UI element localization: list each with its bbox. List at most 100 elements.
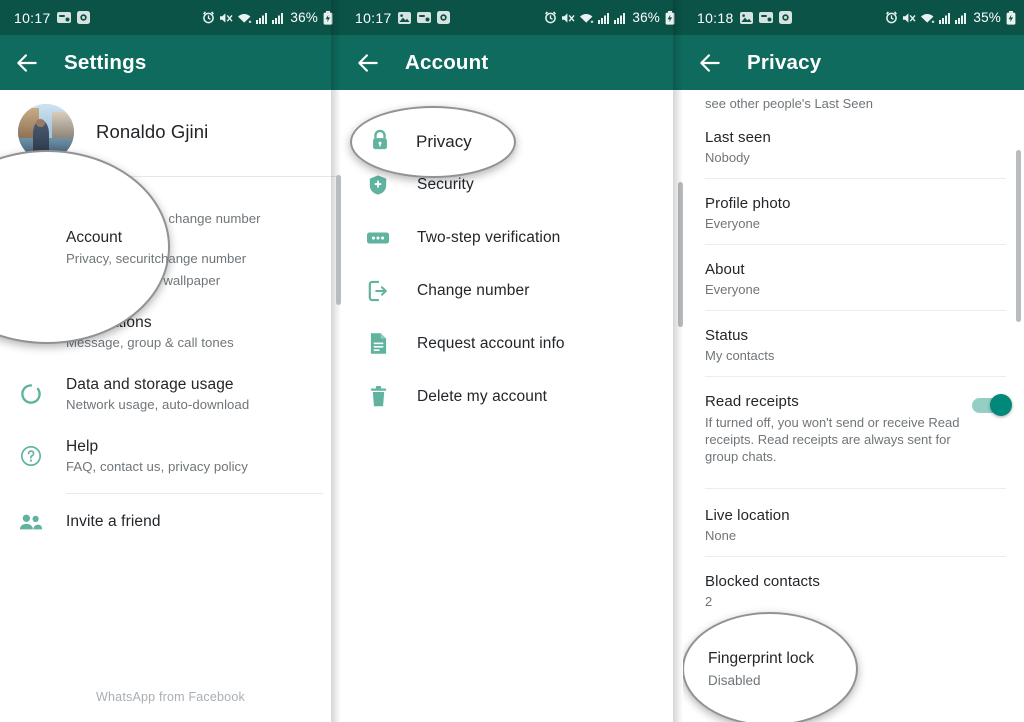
shield-icon bbox=[365, 174, 391, 196]
privacy-item-about[interactable]: About Everyone bbox=[683, 245, 1024, 310]
status-time: 10:18 bbox=[697, 9, 734, 26]
three-panel-screenshot: 10:17 36% Settings Ronaldo Gjini Account… bbox=[0, 0, 1024, 722]
help-icon bbox=[18, 445, 44, 467]
app-bar: Privacy bbox=[683, 35, 1024, 90]
camera-icon bbox=[76, 11, 90, 24]
account-item-change-number[interactable]: Change number bbox=[341, 264, 683, 317]
privacy-item-read-receipts[interactable]: Read receipts If turned off, you won't s… bbox=[683, 377, 1024, 478]
privacy-item-value: Nobody bbox=[705, 150, 750, 165]
privacy-item-status[interactable]: Status My contacts bbox=[683, 311, 1024, 376]
page-title: Account bbox=[405, 50, 489, 74]
settings-content: Ronaldo Gjini Account Privacy, security,… bbox=[0, 90, 341, 722]
alarm-icon bbox=[544, 11, 557, 24]
privacy-top-note: see other people's Last Seen bbox=[705, 96, 873, 111]
privacy-item-title: Blocked contacts bbox=[705, 573, 820, 590]
screenshot-icon bbox=[56, 11, 71, 24]
privacy-item-title: Status bbox=[705, 327, 749, 344]
volume-mute-icon bbox=[561, 12, 575, 24]
status-time: 10:17 bbox=[14, 9, 51, 26]
account-item-privacy[interactable]: Privacy bbox=[341, 104, 683, 158]
privacy-item-value: None bbox=[705, 528, 737, 543]
signal-icon bbox=[955, 12, 967, 24]
avatar[interactable] bbox=[18, 104, 74, 160]
back-arrow-icon[interactable] bbox=[14, 50, 40, 76]
screenshot-icon bbox=[758, 11, 773, 24]
settings-item-title: Notifications bbox=[66, 314, 152, 331]
privacy-content: see other people's Last Seen Last seen N… bbox=[683, 90, 1024, 722]
screenshot-icon bbox=[416, 11, 431, 24]
signal-icon bbox=[272, 12, 284, 24]
battery-icon bbox=[1006, 10, 1016, 25]
signal-icon bbox=[598, 12, 610, 24]
document-icon bbox=[365, 332, 391, 355]
read-receipts-title: Read receipts bbox=[705, 393, 799, 410]
privacy-item-title: Live location bbox=[705, 507, 790, 524]
settings-item-account[interactable]: Account Privacy, security, change number bbox=[0, 177, 341, 239]
annotation-ellipse-fingerprint-lock: Fingerprint lock Disabled bbox=[683, 612, 858, 722]
privacy-item-value: Everyone bbox=[705, 282, 760, 297]
account-content: Privacy Security Two-step verification C… bbox=[341, 104, 683, 722]
settings-item-title: Invite a friend bbox=[66, 513, 161, 530]
volume-mute-icon bbox=[902, 12, 916, 24]
key-icon bbox=[18, 197, 44, 219]
settings-item-sub: FAQ, contact us, privacy policy bbox=[66, 459, 248, 474]
account-item-title: Change number bbox=[417, 281, 530, 299]
privacy-item-last-seen[interactable]: Last seen Nobody bbox=[683, 111, 1024, 178]
settings-item-help[interactable]: Help FAQ, contact us, privacy policy bbox=[0, 425, 341, 487]
settings-item-data-storage[interactable]: Data and storage usage Network usage, au… bbox=[0, 363, 341, 425]
back-arrow-icon[interactable] bbox=[697, 50, 723, 76]
scrollbar[interactable] bbox=[1016, 150, 1021, 322]
account-screen: 10:17 36% Account Privacy Security Two-s… bbox=[341, 0, 683, 722]
battery-percent: 36% bbox=[290, 10, 318, 25]
profile-name: Ronaldo Gjini bbox=[96, 121, 209, 142]
settings-item-chats[interactable]: Chats Backup, history, wallpaper bbox=[0, 239, 341, 301]
camera-icon bbox=[436, 11, 450, 24]
settings-item-title: Data and storage usage bbox=[66, 376, 234, 393]
settings-item-sub: Message, group & call tones bbox=[66, 335, 234, 350]
battery-percent: 36% bbox=[632, 10, 660, 25]
settings-item-invite-friend[interactable]: Invite a friend bbox=[0, 494, 341, 550]
data-usage-icon bbox=[18, 383, 44, 405]
trash-icon bbox=[365, 385, 391, 408]
battery-percent: 35% bbox=[973, 10, 1001, 25]
status-bar: 10:17 36% bbox=[0, 0, 341, 35]
account-item-title: Two-step verification bbox=[417, 228, 561, 246]
settings-item-sub: Privacy, security, change number bbox=[66, 211, 261, 226]
settings-item-title: Account bbox=[66, 190, 123, 207]
app-bar: Settings bbox=[0, 35, 341, 90]
privacy-item-value: Everyone bbox=[705, 216, 760, 231]
account-item-request-info[interactable]: Request account info bbox=[341, 317, 683, 370]
annotation-sub: Disabled bbox=[708, 673, 761, 688]
exit-icon bbox=[365, 280, 391, 302]
wifi-icon bbox=[237, 12, 252, 24]
account-item-two-step[interactable]: Two-step verification bbox=[341, 211, 683, 264]
app-bar: Account bbox=[341, 35, 683, 90]
settings-item-sub: Network usage, auto-download bbox=[66, 397, 250, 412]
dots-icon bbox=[365, 230, 391, 246]
profile-row[interactable]: Ronaldo Gjini bbox=[0, 90, 341, 176]
account-item-title: Privacy bbox=[417, 122, 469, 139]
signal-icon bbox=[256, 12, 268, 24]
back-arrow-icon[interactable] bbox=[355, 50, 381, 76]
account-item-title: Security bbox=[417, 175, 474, 193]
signal-icon bbox=[614, 12, 626, 24]
battery-icon bbox=[665, 10, 675, 25]
read-receipts-description: If turned off, you won't send or receive… bbox=[705, 415, 960, 464]
privacy-item-blocked-contacts[interactable]: Blocked contacts 2 bbox=[683, 557, 1024, 622]
privacy-item-value: 2 bbox=[705, 594, 713, 609]
lock-icon bbox=[365, 120, 391, 142]
privacy-item-profile-photo[interactable]: Profile photo Everyone bbox=[683, 179, 1024, 244]
privacy-item-value: My contacts bbox=[705, 348, 775, 363]
toggle-knob bbox=[990, 394, 1012, 416]
wifi-icon bbox=[579, 12, 594, 24]
read-receipts-toggle[interactable] bbox=[972, 394, 1012, 416]
status-time: 10:17 bbox=[355, 9, 392, 26]
account-item-security[interactable]: Security bbox=[341, 158, 683, 211]
privacy-item-live-location[interactable]: Live location None bbox=[683, 489, 1024, 556]
status-bar: 10:17 36% bbox=[341, 0, 683, 35]
camera-icon bbox=[778, 11, 792, 24]
privacy-item-title: About bbox=[705, 261, 745, 278]
image-icon bbox=[739, 11, 753, 24]
settings-item-notifications[interactable]: Notifications Message, group & call tone… bbox=[0, 301, 341, 363]
account-item-delete-account[interactable]: Delete my account bbox=[341, 370, 683, 423]
